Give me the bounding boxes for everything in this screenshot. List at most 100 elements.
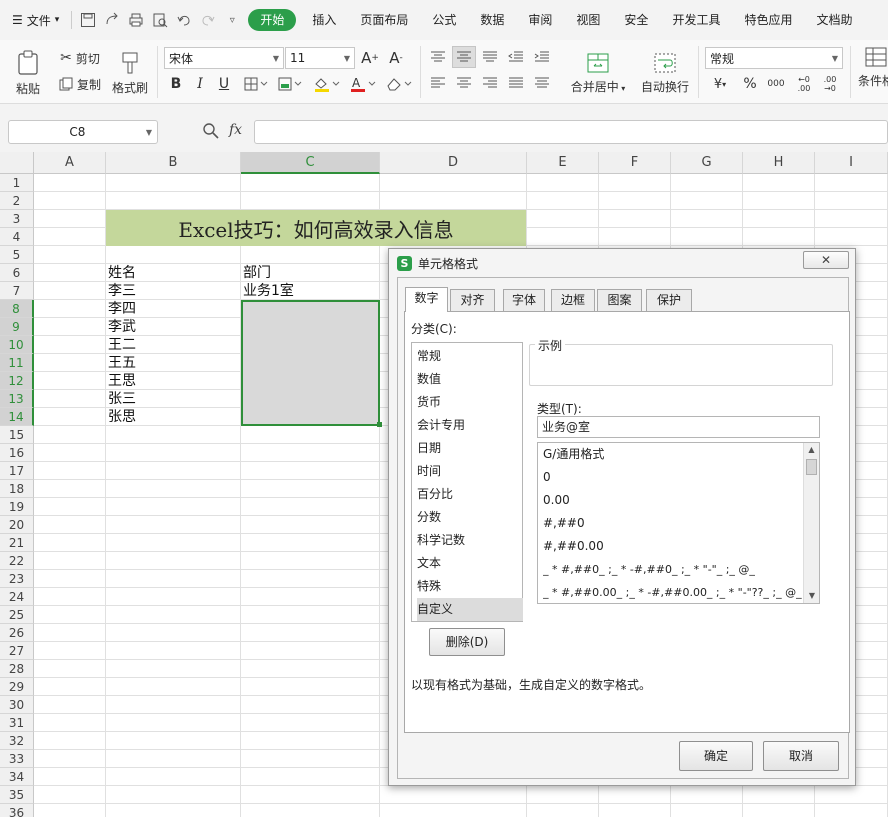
format-item[interactable]: 0.00 — [543, 489, 803, 512]
font-color-icon[interactable]: A — [348, 74, 378, 94]
format-item[interactable]: G/通用格式 — [543, 443, 803, 466]
column-header[interactable]: I — [815, 152, 888, 174]
format-list-scrollbar[interactable]: ▲ ▼ — [803, 443, 819, 603]
paste-button[interactable]: 粘贴 — [8, 46, 48, 100]
row-header[interactable]: 23 — [0, 570, 34, 588]
align-top-icon[interactable] — [428, 48, 448, 66]
number-format-select[interactable]: 常规 ▼ — [705, 47, 843, 69]
row-header[interactable]: 29 — [0, 678, 34, 696]
row-header[interactable]: 32 — [0, 732, 34, 750]
row-header[interactable]: 8 — [0, 300, 34, 318]
row-header[interactable]: 4 — [0, 228, 34, 246]
format-item[interactable]: _ * #,##0.00_ ;_ * -#,##0.00_ ;_ * "-"??… — [543, 581, 803, 603]
row-header[interactable]: 24 — [0, 588, 34, 606]
cell-b6[interactable]: 姓名 — [108, 264, 136, 282]
row-header[interactable]: 11 — [0, 354, 34, 372]
italic-icon[interactable]: I — [190, 74, 210, 94]
row-header[interactable]: 31 — [0, 714, 34, 732]
row-header[interactable]: 34 — [0, 768, 34, 786]
column-header[interactable]: H — [743, 152, 815, 174]
row-header[interactable]: 19 — [0, 498, 34, 516]
align-left-icon[interactable] — [428, 74, 448, 92]
tab-security[interactable]: 安全 — [612, 9, 660, 31]
row-header[interactable]: 17 — [0, 462, 34, 480]
print-preview-icon[interactable] — [150, 10, 170, 30]
decrease-indent-icon[interactable] — [506, 48, 526, 66]
category-general[interactable]: 常规 — [417, 345, 523, 368]
undo-icon[interactable] — [174, 10, 194, 30]
format-list[interactable]: G/通用格式 0 0.00 #,##0 #,##0.00 _ * #,##0_ … — [537, 442, 820, 604]
row-header[interactable]: 22 — [0, 552, 34, 570]
tab-page-layout[interactable]: 页面布局 — [348, 9, 420, 31]
row-header[interactable]: 14 — [0, 408, 34, 426]
format-item[interactable]: 0 — [543, 466, 803, 489]
category-time[interactable]: 时间 — [417, 460, 523, 483]
increase-font-icon[interactable]: A + — [360, 47, 380, 69]
tab-review[interactable]: 审阅 — [516, 9, 564, 31]
row-header[interactable]: 12 — [0, 372, 34, 390]
tab-doc-assistant[interactable]: 文档助 — [804, 9, 864, 31]
name-box[interactable]: C8 ▼ — [8, 120, 158, 144]
column-header[interactable]: D — [380, 152, 527, 174]
row-header[interactable]: 35 — [0, 786, 34, 804]
row-header[interactable]: 33 — [0, 750, 34, 768]
align-middle-icon[interactable] — [452, 46, 476, 68]
type-input[interactable]: 业务@室 — [537, 416, 820, 438]
row-header[interactable]: 15 — [0, 426, 34, 444]
row-header[interactable]: 1 — [0, 174, 34, 192]
customize-chevron-icon[interactable]: ▿ — [222, 10, 242, 30]
select-all-corner[interactable] — [0, 152, 34, 174]
cancel-button[interactable]: 取消 — [763, 741, 839, 771]
tab-protection[interactable]: 保护 — [646, 289, 692, 311]
selection-fill-handle[interactable] — [377, 422, 382, 427]
align-bottom-icon[interactable] — [480, 48, 500, 66]
category-special[interactable]: 特殊 — [417, 575, 523, 598]
category-scientific[interactable]: 科学记数 — [417, 529, 523, 552]
tab-data[interactable]: 数据 — [468, 9, 516, 31]
clear-icon[interactable] — [384, 74, 414, 94]
border-icon[interactable] — [242, 74, 270, 94]
tab-developer[interactable]: 开发工具 — [660, 9, 732, 31]
close-button[interactable]: ✕ — [803, 251, 849, 269]
tab-view[interactable]: 视图 — [564, 9, 612, 31]
cell-b7[interactable]: 李三 — [108, 282, 136, 300]
row-header[interactable]: 2 — [0, 192, 34, 210]
cell-b14[interactable]: 张思 — [108, 408, 136, 426]
row-header[interactable]: 16 — [0, 444, 34, 462]
tab-border[interactable]: 边框 — [551, 289, 595, 311]
tab-pattern[interactable]: 图案 — [597, 289, 642, 311]
category-date[interactable]: 日期 — [417, 437, 523, 460]
row-header[interactable]: 9 — [0, 318, 34, 336]
category-number[interactable]: 数值 — [417, 368, 523, 391]
bold-icon[interactable]: B — [166, 74, 186, 94]
cell-b9[interactable]: 李武 — [108, 318, 136, 336]
row-header[interactable]: 30 — [0, 696, 34, 714]
file-menu[interactable]: ☰ 文件 ▾ — [0, 12, 67, 29]
category-currency[interactable]: 货币 — [417, 391, 523, 414]
tab-number[interactable]: 数字 — [405, 287, 448, 312]
tab-special-apps[interactable]: 特色应用 — [732, 9, 804, 31]
row-header[interactable]: 27 — [0, 642, 34, 660]
distributed-icon[interactable] — [532, 74, 552, 92]
cell-b10[interactable]: 王二 — [108, 336, 136, 354]
cell-b8[interactable]: 李四 — [108, 300, 136, 318]
row-header[interactable]: 13 — [0, 390, 34, 408]
font-name-select[interactable]: 宋体 ▼ — [164, 47, 284, 69]
category-list[interactable]: 常规 数值 货币 会计专用 日期 时间 百分比 分数 科学记数 文本 特殊 自定… — [411, 342, 523, 622]
print-icon[interactable] — [126, 10, 146, 30]
tab-formulas[interactable]: 公式 — [420, 9, 468, 31]
formula-input[interactable] — [254, 120, 888, 144]
wrap-text-button[interactable]: 自动换行 — [636, 46, 694, 100]
fill-color-icon[interactable] — [312, 74, 342, 94]
ok-button[interactable]: 确定 — [679, 741, 753, 771]
copy-button[interactable]: 复制 — [56, 74, 104, 94]
row-header[interactable]: 36 — [0, 804, 34, 817]
row-header[interactable]: 20 — [0, 516, 34, 534]
justify-icon[interactable] — [506, 74, 526, 92]
row-header[interactable]: 21 — [0, 534, 34, 552]
row-header[interactable]: 28 — [0, 660, 34, 678]
category-percentage[interactable]: 百分比 — [417, 483, 523, 506]
save-icon[interactable] — [78, 10, 98, 30]
redo-icon[interactable] — [198, 10, 218, 30]
fx-icon[interactable]: fx — [229, 122, 242, 138]
